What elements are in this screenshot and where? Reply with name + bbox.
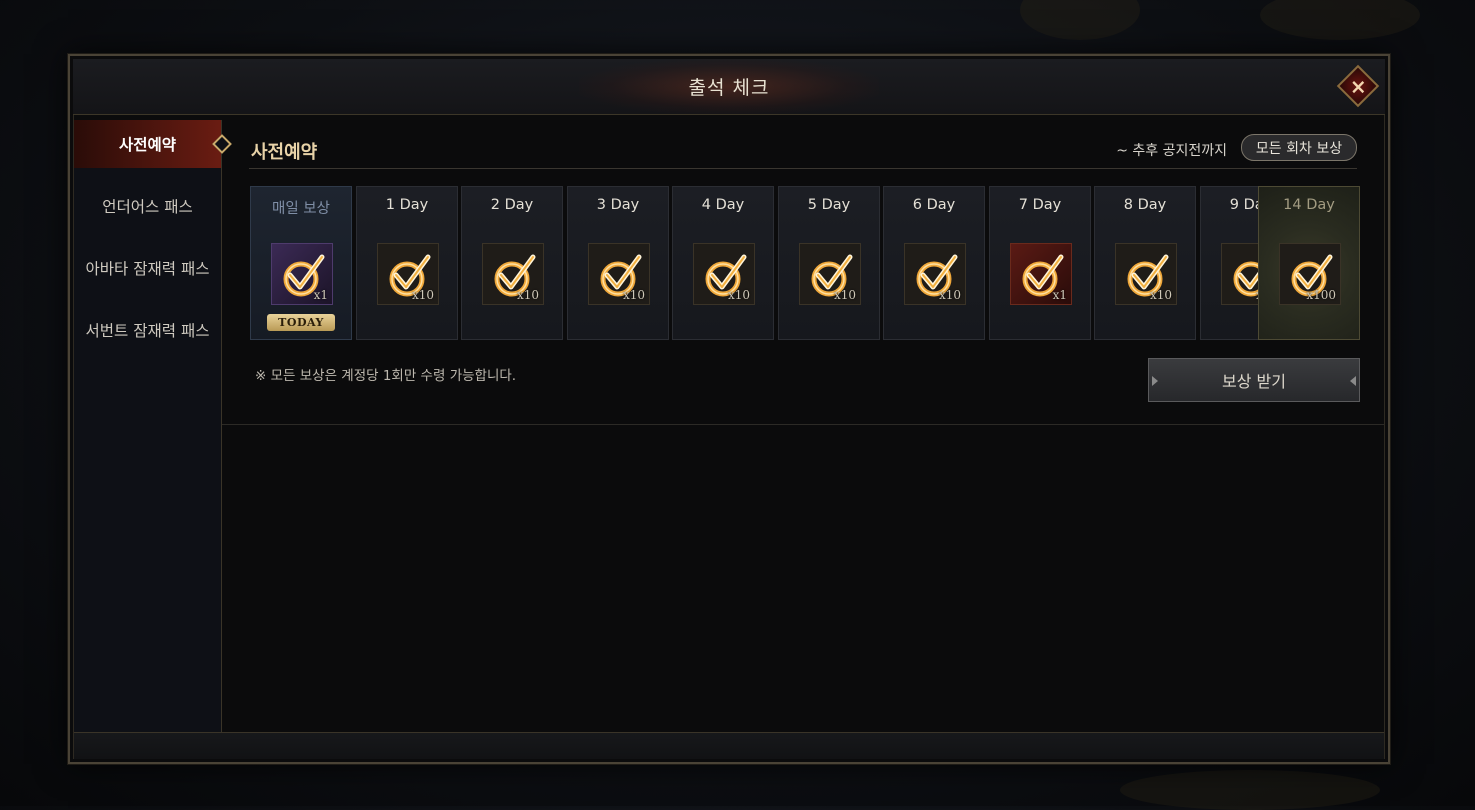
day-card[interactable]: 3 Day x10 (567, 186, 669, 340)
sidebar-item-underus-pass[interactable]: 언더어스 패스 (74, 182, 221, 230)
daily-reward-card[interactable]: 매일 보상 x1 TODAY (250, 186, 352, 340)
day-label: 4 Day (701, 197, 745, 213)
background-blur (1260, 0, 1420, 40)
reward-day-list[interactable]: 매일 보상 x1 TODAY 1 Day x10 2 Day x10 3 Day x10 4 Da… (250, 186, 1361, 342)
modal-title: 출석 체크 (688, 77, 770, 99)
attendance-modal: 출석 체크 × 사전예약 언더어스 패스 아바타 잠재력 패스 서번트 잠재력 … (68, 54, 1390, 764)
day-label: 2 Day (490, 197, 534, 213)
day-label: 매일 보상 (272, 201, 330, 217)
reward-item-icon[interactable]: x1 (271, 243, 333, 305)
day-label: 5 Day (807, 197, 851, 213)
sidebar-item-label: 사전예약 (118, 136, 177, 154)
sidebar: 사전예약 언더어스 패스 아바타 잠재력 패스 서번트 잠재력 패스 (74, 120, 232, 732)
reward-quantity: x1 (313, 288, 328, 302)
event-period: ~ 추후 공지전까지 (1116, 143, 1227, 159)
day-card[interactable]: 8 Day x10 (1094, 186, 1196, 340)
background-blur (1020, 0, 1140, 40)
day-card[interactable]: 2 Day x10 (461, 186, 563, 340)
section-title: 사전예약 (251, 142, 318, 163)
reward-quantity: x10 (516, 288, 539, 302)
claim-reward-button[interactable]: 보상 받기 (1148, 358, 1360, 402)
close-icon: × (1336, 64, 1380, 108)
final-day-card[interactable]: 14 Day x100 (1258, 186, 1360, 340)
sidebar-item-label: 서번트 잠재력 패스 (85, 322, 210, 340)
modal-footer (74, 732, 1384, 759)
content-header: 사전예약 ~ 추후 공지전까지 모든 회차 보상 (249, 132, 1357, 169)
reward-item-icon[interactable]: x10 (377, 243, 439, 305)
reward-item-icon[interactable]: x10 (693, 243, 755, 305)
reward-quantity: x10 (938, 288, 961, 302)
modal-titlebar: 출석 체크 × (73, 59, 1385, 115)
arrow-right-icon (1350, 376, 1356, 386)
day-label: 1 Day (385, 197, 429, 213)
reward-quantity: x10 (411, 288, 434, 302)
day-label: 14 Day (1283, 197, 1335, 213)
day-label: 6 Day (912, 197, 956, 213)
reward-quantity: x10 (622, 288, 645, 302)
arrow-left-icon (1152, 376, 1158, 386)
sidebar-item-preregistration[interactable]: 사전예약 (74, 120, 232, 168)
sidebar-item-label: 언더어스 패스 (102, 198, 193, 216)
day-card[interactable]: 4 Day x10 (672, 186, 774, 340)
reward-quantity: x10 (1149, 288, 1172, 302)
close-button[interactable]: × (1336, 64, 1380, 108)
all-rewards-button[interactable]: 모든 회차 보상 (1241, 134, 1357, 161)
main-content: 사전예약 ~ 추후 공지전까지 모든 회차 보상 매일 보상 x1 TODAY 1 D… (222, 120, 1384, 424)
day-card[interactable]: 6 Day x10 (883, 186, 985, 340)
reward-quantity: x100 (1306, 288, 1336, 302)
sidebar-item-avatar-pass[interactable]: 아바타 잠재력 패스 (74, 244, 221, 292)
reward-item-icon[interactable]: x1 (1010, 243, 1072, 305)
reward-item-icon[interactable]: x10 (799, 243, 861, 305)
reward-item-icon[interactable]: x10 (1115, 243, 1177, 305)
claim-reward-label: 보상 받기 (1222, 372, 1286, 391)
reward-item-icon[interactable]: x100 (1279, 243, 1341, 305)
background-blur (1120, 770, 1380, 810)
notice-text: ※ 모든 보상은 계정당 1회만 수령 가능합니다. (255, 368, 517, 384)
day-label: 8 Day (1123, 197, 1167, 213)
day-label: 7 Day (1018, 197, 1062, 213)
reward-item-icon[interactable]: x10 (904, 243, 966, 305)
day-card[interactable]: 5 Day x10 (778, 186, 880, 340)
reward-item-icon[interactable]: x10 (482, 243, 544, 305)
sidebar-item-label: 아바타 잠재력 패스 (85, 260, 210, 278)
reward-item-icon[interactable]: x10 (588, 243, 650, 305)
today-badge: TODAY (267, 314, 335, 331)
reward-quantity: x10 (727, 288, 750, 302)
day-label: 3 Day (596, 197, 640, 213)
reward-quantity: x1 (1052, 288, 1067, 302)
reward-quantity: x10 (833, 288, 856, 302)
sidebar-item-servant-pass[interactable]: 서번트 잠재력 패스 (74, 306, 221, 354)
day-card[interactable]: 1 Day x10 (356, 186, 458, 340)
divider (222, 424, 1384, 425)
day-card[interactable]: 7 Day x1 (989, 186, 1091, 340)
